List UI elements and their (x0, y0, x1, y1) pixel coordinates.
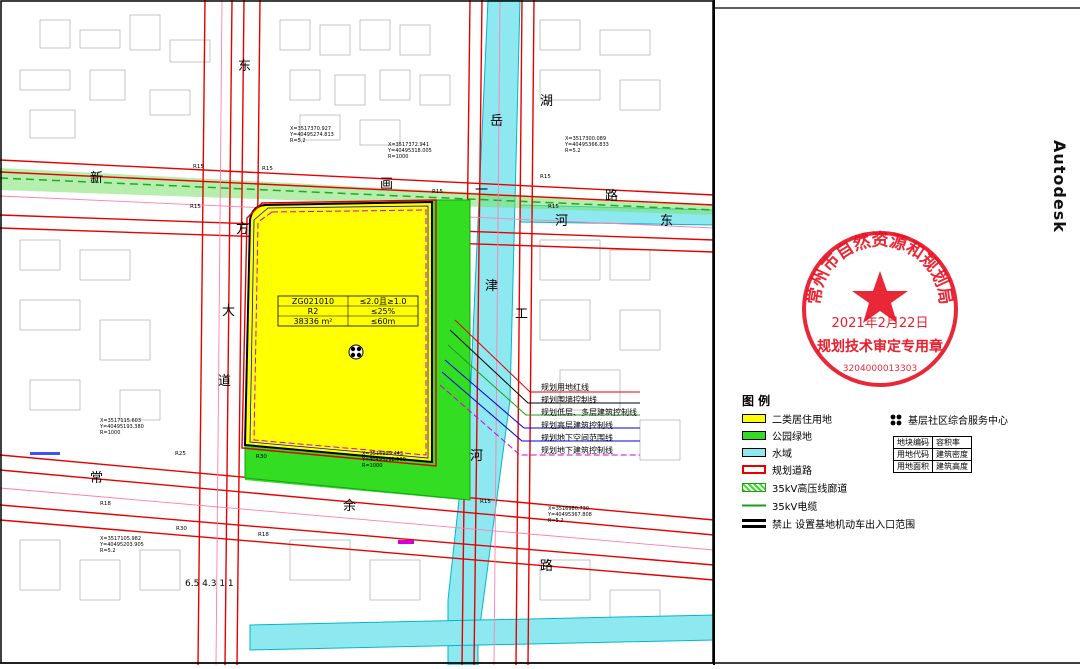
radius-label: R18 (100, 501, 111, 507)
road-marker (398, 540, 414, 544)
index-cell: 用地面积 (893, 460, 933, 473)
index-cell: 用地代码 (893, 448, 933, 461)
map-sheet: ZG021010 ≤2.0且≥1.0 R2 ≤25% 38336 m² ≤60m 东方大道… (0, 0, 1080, 666)
legend-item-label: 禁止 设置基地机动车出入口范围 (772, 519, 916, 531)
legend-item-label: 公园绿地 (772, 431, 812, 443)
street-name-label: 新 (90, 170, 103, 186)
street-name-label: 工 (515, 307, 528, 322)
legend-item: 规划道路 (742, 462, 812, 477)
parcel-table-cell: ≤25% (371, 307, 396, 316)
callout-label: 规划地下建筑控制线 (541, 445, 613, 455)
scale-label: 6.5 4.3 1 1 (185, 579, 234, 589)
parcel-table-cell: 38336 m² (294, 317, 333, 326)
radius-label: R15 (193, 164, 204, 170)
legend-item: 35kV高压线廊道 (742, 480, 848, 495)
index-cell: 建筑高度 (932, 460, 972, 473)
legend-item: 公园绿地 (742, 428, 812, 443)
coordinate-label: R=5.2 (548, 518, 564, 524)
street-name-label: 津 (485, 279, 498, 294)
callout-label: 规划低层、多层建筑控制线 (541, 407, 637, 417)
coordinate-label: R=1000 (388, 154, 408, 160)
radius-label: R15 (432, 189, 443, 195)
coordinate-label: R=1000 (362, 463, 382, 469)
street-name-label: 余 (343, 498, 356, 514)
legend-item-label: 水域 (772, 448, 792, 460)
callout-label: 规划地下空间范围线 (541, 432, 613, 442)
service-center-label: 基层社区综合服务中心 (908, 416, 1008, 427)
street-name-label: 河 (470, 449, 483, 464)
index-table: 地块编码 容积率 用地代码 建筑密度 用地面积 建筑高度 (893, 436, 972, 473)
street-name-label: 画 (380, 177, 393, 192)
radius-label: R15 (262, 166, 273, 172)
cyan-icon (742, 447, 766, 457)
legend-item-label: 规划道路 (772, 465, 812, 477)
index-cell: 建筑密度 (932, 448, 972, 461)
street-name-label: 路 (605, 188, 618, 204)
parcel-table-cell: R2 (308, 307, 319, 316)
legend-title: 图 例 (742, 394, 771, 408)
street-name-label: 方 (236, 221, 249, 237)
radius-label: R25 (175, 451, 186, 457)
radius-label: R15 (548, 204, 559, 210)
street-name-label: 河 (555, 214, 568, 229)
service-center-icon (890, 414, 902, 425)
parcel-table-cell: ZG021010 (292, 297, 334, 306)
street-name-label: 道 (218, 374, 231, 389)
index-cell: 容积率 (932, 436, 972, 449)
coordinate-label: R=5.2 (100, 548, 116, 554)
radius-label: R15 (190, 204, 201, 210)
radius-label: R18 (258, 532, 269, 538)
street-name-label: 岳 (490, 114, 503, 129)
index-cell: 地块编码 (893, 436, 933, 449)
legend-item-label: 二类居住用地 (772, 414, 832, 426)
callout-label: 规划用地红线 (541, 382, 589, 392)
parcel-table-cell: ≤2.0且≥1.0 (360, 297, 407, 306)
road-marker (30, 452, 60, 455)
stamp-number: 3204000013303 (843, 364, 917, 374)
stamp-date: 2021年2月22日 (832, 316, 929, 331)
callout-label: 规划围墙控制线 (541, 395, 597, 405)
street-name-label: 常 (90, 471, 103, 486)
legend-item-label: 35kV电缆 (772, 501, 818, 513)
service-center-icon (348, 344, 364, 360)
coordinate-label: R=5.2 (290, 138, 306, 144)
radius-label: R30 (256, 454, 267, 460)
street-name-label: 东 (238, 59, 251, 74)
street-name-label: 一 (475, 183, 488, 198)
yellow-icon (742, 413, 766, 423)
residential-parcel (243, 200, 433, 464)
green-icon (742, 430, 766, 440)
legend-item: 水域 (742, 445, 792, 460)
radius-label: R30 (176, 526, 187, 532)
street-name-label: 湖 (540, 94, 553, 109)
legend-item: 二类居住用地 (742, 411, 832, 426)
callout-label: 规划高层建筑控制线 (541, 420, 613, 430)
street-name-label: 东 (660, 214, 673, 229)
coordinate-label: R=5.2 (565, 148, 581, 154)
stamp-purpose: 规划技术审定专用章 (817, 338, 943, 355)
cable-icon (742, 500, 766, 510)
legend-item: 35kV电缆 (742, 498, 818, 513)
radius-label: R15 (480, 499, 491, 505)
parcel-table-cell: ≤60m (371, 317, 396, 326)
legend-item-label: 35kV高压线廊道 (772, 483, 848, 495)
no-entrance-icon (742, 518, 766, 528)
coordinate-label: R=1000 (100, 430, 120, 436)
service-center-legend: 基层社区综合服务中心 (890, 412, 1008, 427)
street-name-label: 大 (222, 304, 235, 319)
side-watermark: Autodesk (1050, 140, 1069, 233)
hv-corridor-icon (742, 482, 766, 492)
radius-label: R15 (540, 174, 551, 180)
legend-item: 禁止 设置基地机动车出入口范围 (742, 516, 916, 531)
street-name-label: 路 (540, 558, 553, 574)
road-icon (742, 464, 766, 474)
official-stamp: 常州市自然资源和规划局 2021年2月22日 规划技术审定专用章 3204000… (802, 230, 958, 387)
